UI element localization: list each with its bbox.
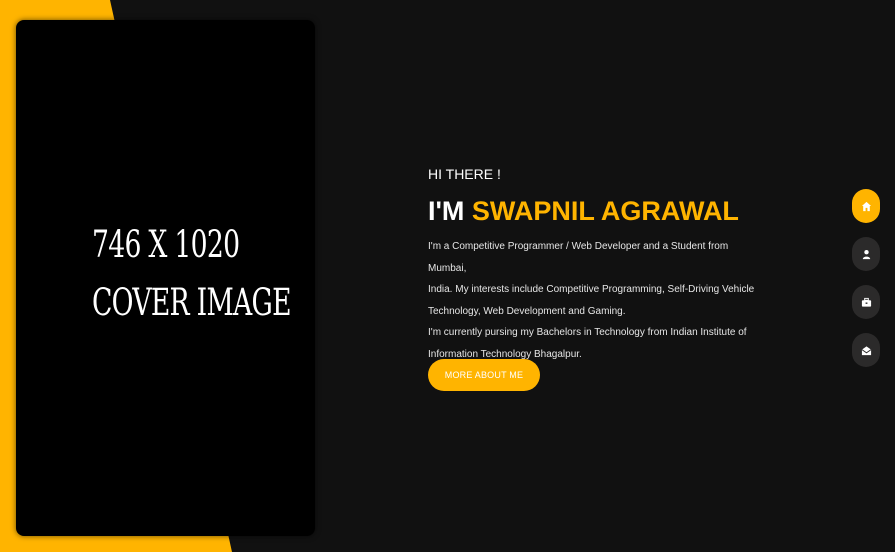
cover-image-caption: 746 X 1020 COVER IMAGE [92,216,292,332]
nav-item-contact[interactable] [852,333,880,367]
headline-name: SWAPNIL AGRAWAL [471,196,739,226]
home-icon [861,201,871,211]
nav-item-about[interactable] [852,237,880,271]
bio-line: India. My interests include Competitive … [428,284,755,295]
user-icon [862,249,870,259]
nav-item-portfolio[interactable] [852,285,880,319]
nav-item-home[interactable] [852,189,880,223]
bio-line: I'm a Competitive Programmer / Web Devel… [428,241,729,274]
page-title: I'M SWAPNIL AGRAWAL [428,194,758,228]
envelope-icon [861,345,871,355]
cover-caption-line-1: 746 X 1020 [92,223,240,266]
cover-image-placeholder: 746 X 1020 COVER IMAGE [16,20,315,536]
bio-text: I'm a Competitive Programmer / Web Devel… [428,236,758,365]
cover-caption-line-2: COVER IMAGE [92,281,292,324]
greeting-text: HI THERE ! [428,166,501,182]
hero-content: HI THERE ! I'M SWAPNIL AGRAWAL I'm a Com… [428,166,758,365]
bio-line: Technology, Web Development and Gaming. [428,305,626,317]
bio-line: I'm currently pursing my Bachelors in Te… [428,327,747,338]
side-navigation [852,189,880,381]
more-about-me-button[interactable]: MORE ABOUT ME [428,359,540,391]
headline-prefix: I'M [428,196,472,226]
briefcase-icon [861,297,871,307]
